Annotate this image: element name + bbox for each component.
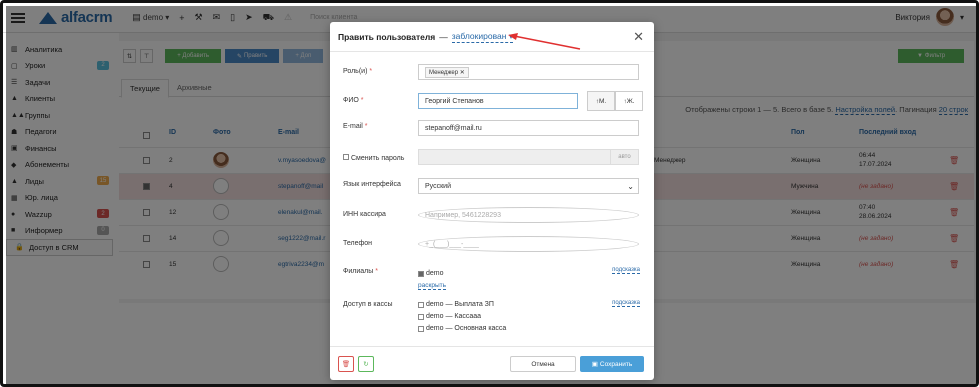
save-icon: ▣ <box>591 361 598 368</box>
gender-female-label: Ж. <box>626 97 635 105</box>
password-input: авто <box>418 149 639 165</box>
modal-footer: 🗑 ↻ Отмена ▣ Сохранить <box>330 346 654 380</box>
email-field[interactable]: stepanoff@mail.ru <box>418 120 639 136</box>
gender-male-label: М. <box>599 97 607 105</box>
email-label-text: E-mail <box>343 123 363 130</box>
password-checkbox[interactable] <box>343 154 349 160</box>
history-button[interactable]: ↻ <box>358 356 374 372</box>
role-tag-label: Менеджер <box>429 69 459 76</box>
branch-demo-checkbox[interactable]: demo <box>418 270 444 277</box>
checkbox[interactable] <box>418 301 424 308</box>
fio-input[interactable]: Георгий Степанов <box>418 93 578 109</box>
branches-label-text: Филиалы <box>343 268 374 275</box>
chevron-down-icon: ⌄ <box>627 181 634 191</box>
modal-header: Править пользователя — заблокирован ▾ ✕ <box>330 22 654 52</box>
delete-button[interactable]: 🗑 <box>338 356 354 372</box>
modal-title: Править пользователя <box>338 31 436 42</box>
change-password-label: Сменить пароль <box>351 155 405 162</box>
phone-input[interactable]: +_(___)___-____ <box>418 236 639 252</box>
app-window: alfacrm ▤ demo ▾ + ⚒ ✉ ▯ ➤ ⛟ ⚠ Поиск кли… <box>0 0 979 387</box>
annotation-arrow <box>508 33 581 50</box>
cash-item-2[interactable]: demo — Кассааа <box>418 313 481 320</box>
edit-user-modal: Править пользователя — заблокирован ▾ ✕ … <box>330 22 654 380</box>
trash-icon: 🗑 <box>341 361 351 368</box>
save-label: Сохранить <box>599 360 633 368</box>
cancel-button[interactable]: Отмена <box>510 356 576 372</box>
checkbox[interactable] <box>418 325 424 332</box>
inn-input[interactable]: Например, 5461228293 <box>418 207 639 223</box>
role-tag: Менеджер ✕ <box>425 66 469 78</box>
cash-item-label: demo — Выплата ЗП <box>426 301 494 308</box>
close-icon[interactable]: ✕ <box>633 29 644 45</box>
language-select[interactable]: Русский ⌄ <box>418 178 639 194</box>
expand-link[interactable]: раскрыть <box>418 282 446 290</box>
remove-tag-icon[interactable]: ✕ <box>460 70 465 76</box>
roles-label-text: Роль(и) <box>343 68 368 75</box>
checkbox-checked[interactable] <box>418 270 424 277</box>
roles-select[interactable]: Менеджер ✕ <box>418 64 639 80</box>
inn-label: ИНН кассира <box>343 211 386 218</box>
phone-label: Телефон <box>343 240 373 247</box>
cash-item-3[interactable]: demo — Основная касса <box>418 325 506 332</box>
fio-label-text: ФИО <box>343 97 359 104</box>
roles-label: Роль(и) * <box>343 68 373 75</box>
gender-male-button[interactable]: ↑ М. <box>587 91 615 111</box>
language-label: Язык интерфейса <box>343 181 401 188</box>
fio-label: ФИО * <box>343 97 364 104</box>
branches-label: Филиалы * <box>343 268 378 275</box>
cash-access-label: Доступ в кассы <box>343 301 393 308</box>
cash-item-1[interactable]: demo — Выплата ЗП <box>418 301 494 308</box>
cash-item-label: demo — Основная касса <box>426 325 507 332</box>
checkbox[interactable] <box>418 313 424 320</box>
branch-demo-label: demo <box>426 270 444 277</box>
change-password-checkbox[interactable]: Сменить пароль <box>343 154 404 162</box>
password-auto-button: авто <box>610 150 638 164</box>
cash-hint-link[interactable]: подсказка <box>612 300 640 307</box>
title-dash: — <box>439 31 448 42</box>
branches-hint-link[interactable]: подсказка <box>612 267 640 274</box>
gender-female-button[interactable]: ↑ Ж. <box>615 91 643 111</box>
email-label: E-mail * <box>343 123 368 130</box>
status-label: заблокирован <box>451 30 507 41</box>
language-value: Русский <box>425 182 451 190</box>
cash-item-label: demo — Кассааа <box>426 313 482 320</box>
status-dropdown[interactable]: заблокирован ▾ <box>451 30 514 43</box>
save-button[interactable]: ▣ Сохранить <box>580 356 644 372</box>
history-icon: ↻ <box>363 361 369 368</box>
